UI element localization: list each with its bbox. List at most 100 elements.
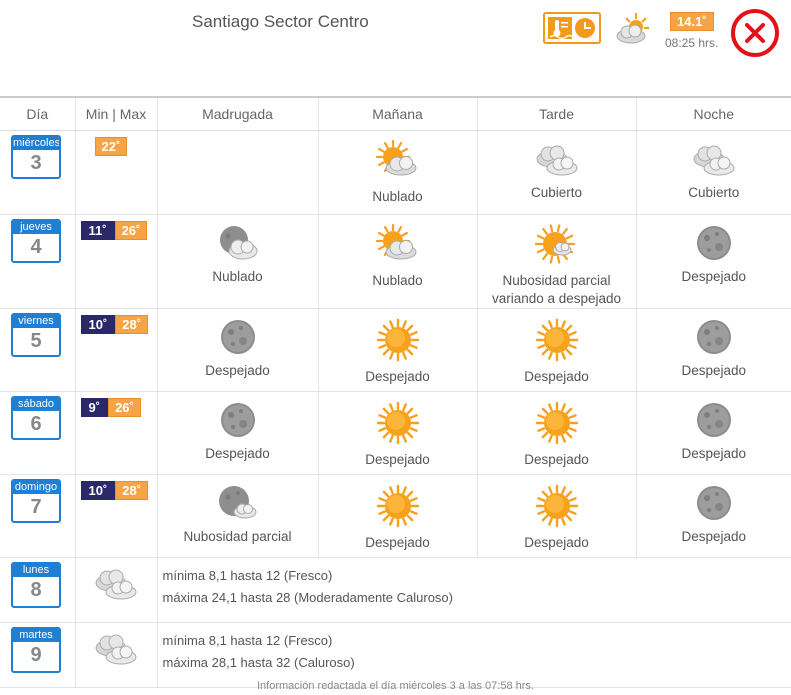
day-number: 9 (30, 644, 42, 666)
minmax-badges: 11˚ 26˚ (80, 221, 148, 240)
col-dia: Día (0, 96, 76, 131)
day-badge: jueves 4 (11, 219, 61, 263)
cloudy-icon (91, 558, 141, 606)
condition-label: Nublado (212, 269, 263, 284)
header-row: Día Min | Max Madrugada Mañana Tarde Noc… (0, 96, 791, 131)
moon-icon (694, 215, 734, 266)
sun-small-cloud-icon (533, 215, 581, 270)
forecast-table: Día Min | Max Madrugada Mañana Tarde Noc… (0, 96, 791, 688)
col-noche: Noche (636, 96, 791, 131)
condition-label: Despejado (365, 452, 430, 467)
forecast-tarde: Despejado (478, 392, 636, 469)
current-temperature: 14.1˚ (670, 12, 714, 31)
forecast-cell-noche: Despejado (636, 214, 791, 309)
forecast-manana: Nublado (319, 131, 477, 206)
close-icon (745, 23, 765, 43)
close-button[interactable] (731, 9, 779, 57)
forecast-cell-tarde: Despejado (477, 308, 637, 392)
min-temp: 10˚ (80, 315, 116, 334)
condition-label: Despejado (205, 446, 270, 461)
summary-icon-cell (75, 622, 158, 688)
forecast-noche: Despejado (637, 475, 791, 546)
moon-small-cloud-icon (216, 475, 260, 526)
table-row: lunes 8 mínima 8,1 hasta 12 (Fresco) máxima… (0, 557, 791, 623)
col-madrugada: Madrugada (157, 96, 319, 131)
forecast-cell-noche: Despejado (636, 308, 791, 392)
summary-max: máxima 24,1 hasta 28 (Moderadamente Calu… (162, 590, 453, 605)
moon-icon (694, 475, 734, 526)
cloudy-icon (532, 131, 582, 182)
minmax-badges: 9˚ 26˚ (80, 398, 141, 417)
forecast-cell-noche: Despejado (636, 391, 791, 475)
sun-cloud-icon (614, 10, 652, 48)
condition-label: Nublado (372, 273, 423, 288)
max-temp: 26˚ (114, 221, 148, 240)
condition-label: Cubierto (530, 185, 583, 200)
condition-label: Cubierto (688, 185, 740, 200)
condition-label: Despejado (681, 446, 747, 461)
forecast-cell-manana: Nublado (318, 214, 478, 309)
day-name: domingo (13, 481, 59, 494)
footer-note: Información redactada el día miércoles 3… (257, 680, 534, 692)
forecast-madrugada: Nubosidad parcial (158, 475, 318, 546)
condition-label: Nubosidad parcial (183, 529, 292, 544)
current-time: 08:25 hrs. (665, 36, 719, 50)
minmax-cell: 10˚ 28˚ (75, 308, 158, 392)
forecast-cell-manana: Nublado (318, 130, 478, 215)
moon-icon (218, 392, 258, 443)
condition-label: Despejado (681, 269, 747, 284)
day-cell: domingo 7 (0, 474, 76, 558)
forecast-cell-madrugada: Despejado (157, 308, 319, 392)
sun-cloud-icon (373, 131, 423, 186)
forecast-tarde: Cubierto (478, 131, 636, 202)
minmax-badges: 10˚ 28˚ (80, 481, 149, 500)
moon-icon (694, 392, 734, 443)
day-badge: lunes 8 (11, 562, 61, 608)
forecast-cell-noche: Despejado (636, 474, 791, 558)
moon-cloud-icon (216, 215, 260, 266)
col-manana: Mañana (318, 96, 478, 131)
moon-icon (694, 309, 734, 360)
header-bar: Santiago Sector Centro 14.1˚ 08:25 hrs. (0, 0, 791, 96)
forecast-cell-manana: Despejado (318, 391, 478, 475)
day-badge: viernes 5 (11, 313, 61, 357)
forecast-noche: Despejado (637, 392, 791, 463)
forecast-cell-manana: Despejado (318, 308, 478, 392)
day-cell: jueves 4 (0, 214, 76, 309)
day-cell: miércoles 3 (0, 130, 76, 215)
max-temp: 28˚ (115, 481, 149, 500)
forecast-tarde: Despejado (478, 475, 636, 552)
condition-label: Despejado (205, 363, 270, 378)
day-number: 5 (30, 330, 42, 352)
forecast-noche: Cubierto (637, 131, 791, 202)
forecast-cell-madrugada: Nublado (157, 214, 319, 309)
location-title: Santiago Sector Centro (192, 12, 369, 31)
forecast-madrugada: Despejado (158, 392, 318, 463)
forecast-madrugada: Nublado (158, 215, 318, 286)
table-row: domingo 7 10˚ 28˚ Nubosidad parcial Despejado… (0, 474, 791, 558)
forecast-tarde: Despejado (478, 309, 636, 386)
summary-min: mínima 8,1 hasta 12 (Fresco) (162, 633, 333, 648)
condition-label: Nubosidad parcial variando a despejado (491, 273, 622, 306)
sun-icon (534, 309, 580, 366)
forecast-cell-madrugada (157, 130, 319, 215)
thermometer-clock-icon[interactable] (543, 12, 601, 44)
summary-max: máxima 28,1 hasta 32 (Caluroso) (162, 655, 355, 670)
minmax-cell: 11˚ 26˚ (75, 214, 158, 309)
cloudy-icon (91, 623, 141, 671)
forecast-cell-tarde: Despejado (477, 391, 637, 475)
min-temp: 10˚ (80, 481, 116, 500)
day-number: 4 (30, 236, 42, 258)
forecast-manana: Despejado (319, 309, 477, 386)
min-temp: 9˚ (80, 398, 109, 417)
minmax-badges: 10˚ 28˚ (80, 315, 149, 334)
forecast-cell-manana: Despejado (318, 474, 478, 558)
day-cell: viernes 5 (0, 308, 76, 392)
condition-label: Despejado (365, 369, 430, 384)
forecast-noche: Despejado (637, 309, 791, 380)
summary-icon (76, 623, 157, 671)
day-cell: martes 9 (0, 622, 76, 688)
min-temp: 11˚ (80, 221, 115, 240)
day-name: jueves (13, 221, 59, 234)
condition-label: Despejado (524, 369, 589, 384)
